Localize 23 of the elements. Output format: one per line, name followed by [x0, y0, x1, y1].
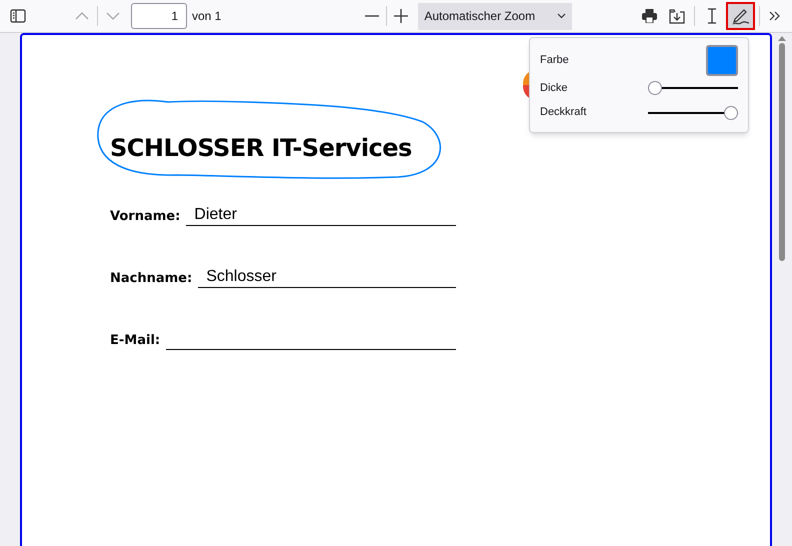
page-number-field[interactable]: 1 [131, 3, 187, 29]
pen-draw-button[interactable] [726, 2, 755, 30]
field-value: Schlosser [206, 267, 276, 287]
color-label: Farbe [540, 52, 569, 68]
page-count: von 1 [192, 8, 222, 25]
fill-in-line[interactable]: Dieter [186, 204, 456, 226]
thickness-slider[interactable] [648, 80, 738, 96]
document-title: SCHLOSSER IT-Services [110, 134, 412, 162]
fill-in-line[interactable]: Schlosser [198, 266, 456, 288]
zoom-dropdown[interactable]: Automatischer Zoom [418, 2, 572, 30]
thickness-label: Dicke [540, 80, 568, 96]
field-value: Dieter [194, 205, 237, 225]
slider-thumb[interactable] [648, 80, 662, 95]
field-label: Nachname: [110, 270, 192, 288]
opacity-label: Deckkraft [540, 105, 586, 120]
field-label: Vorname: [110, 208, 180, 226]
pen-icon [732, 7, 750, 25]
scroll-up-icon[interactable] [778, 35, 786, 41]
caret-icon [557, 13, 566, 19]
field-label: E-Mail: [110, 332, 160, 350]
color-swatch[interactable] [706, 44, 738, 76]
opacity-slider[interactable] [648, 104, 738, 121]
slider-thumb[interactable] [724, 106, 738, 120]
